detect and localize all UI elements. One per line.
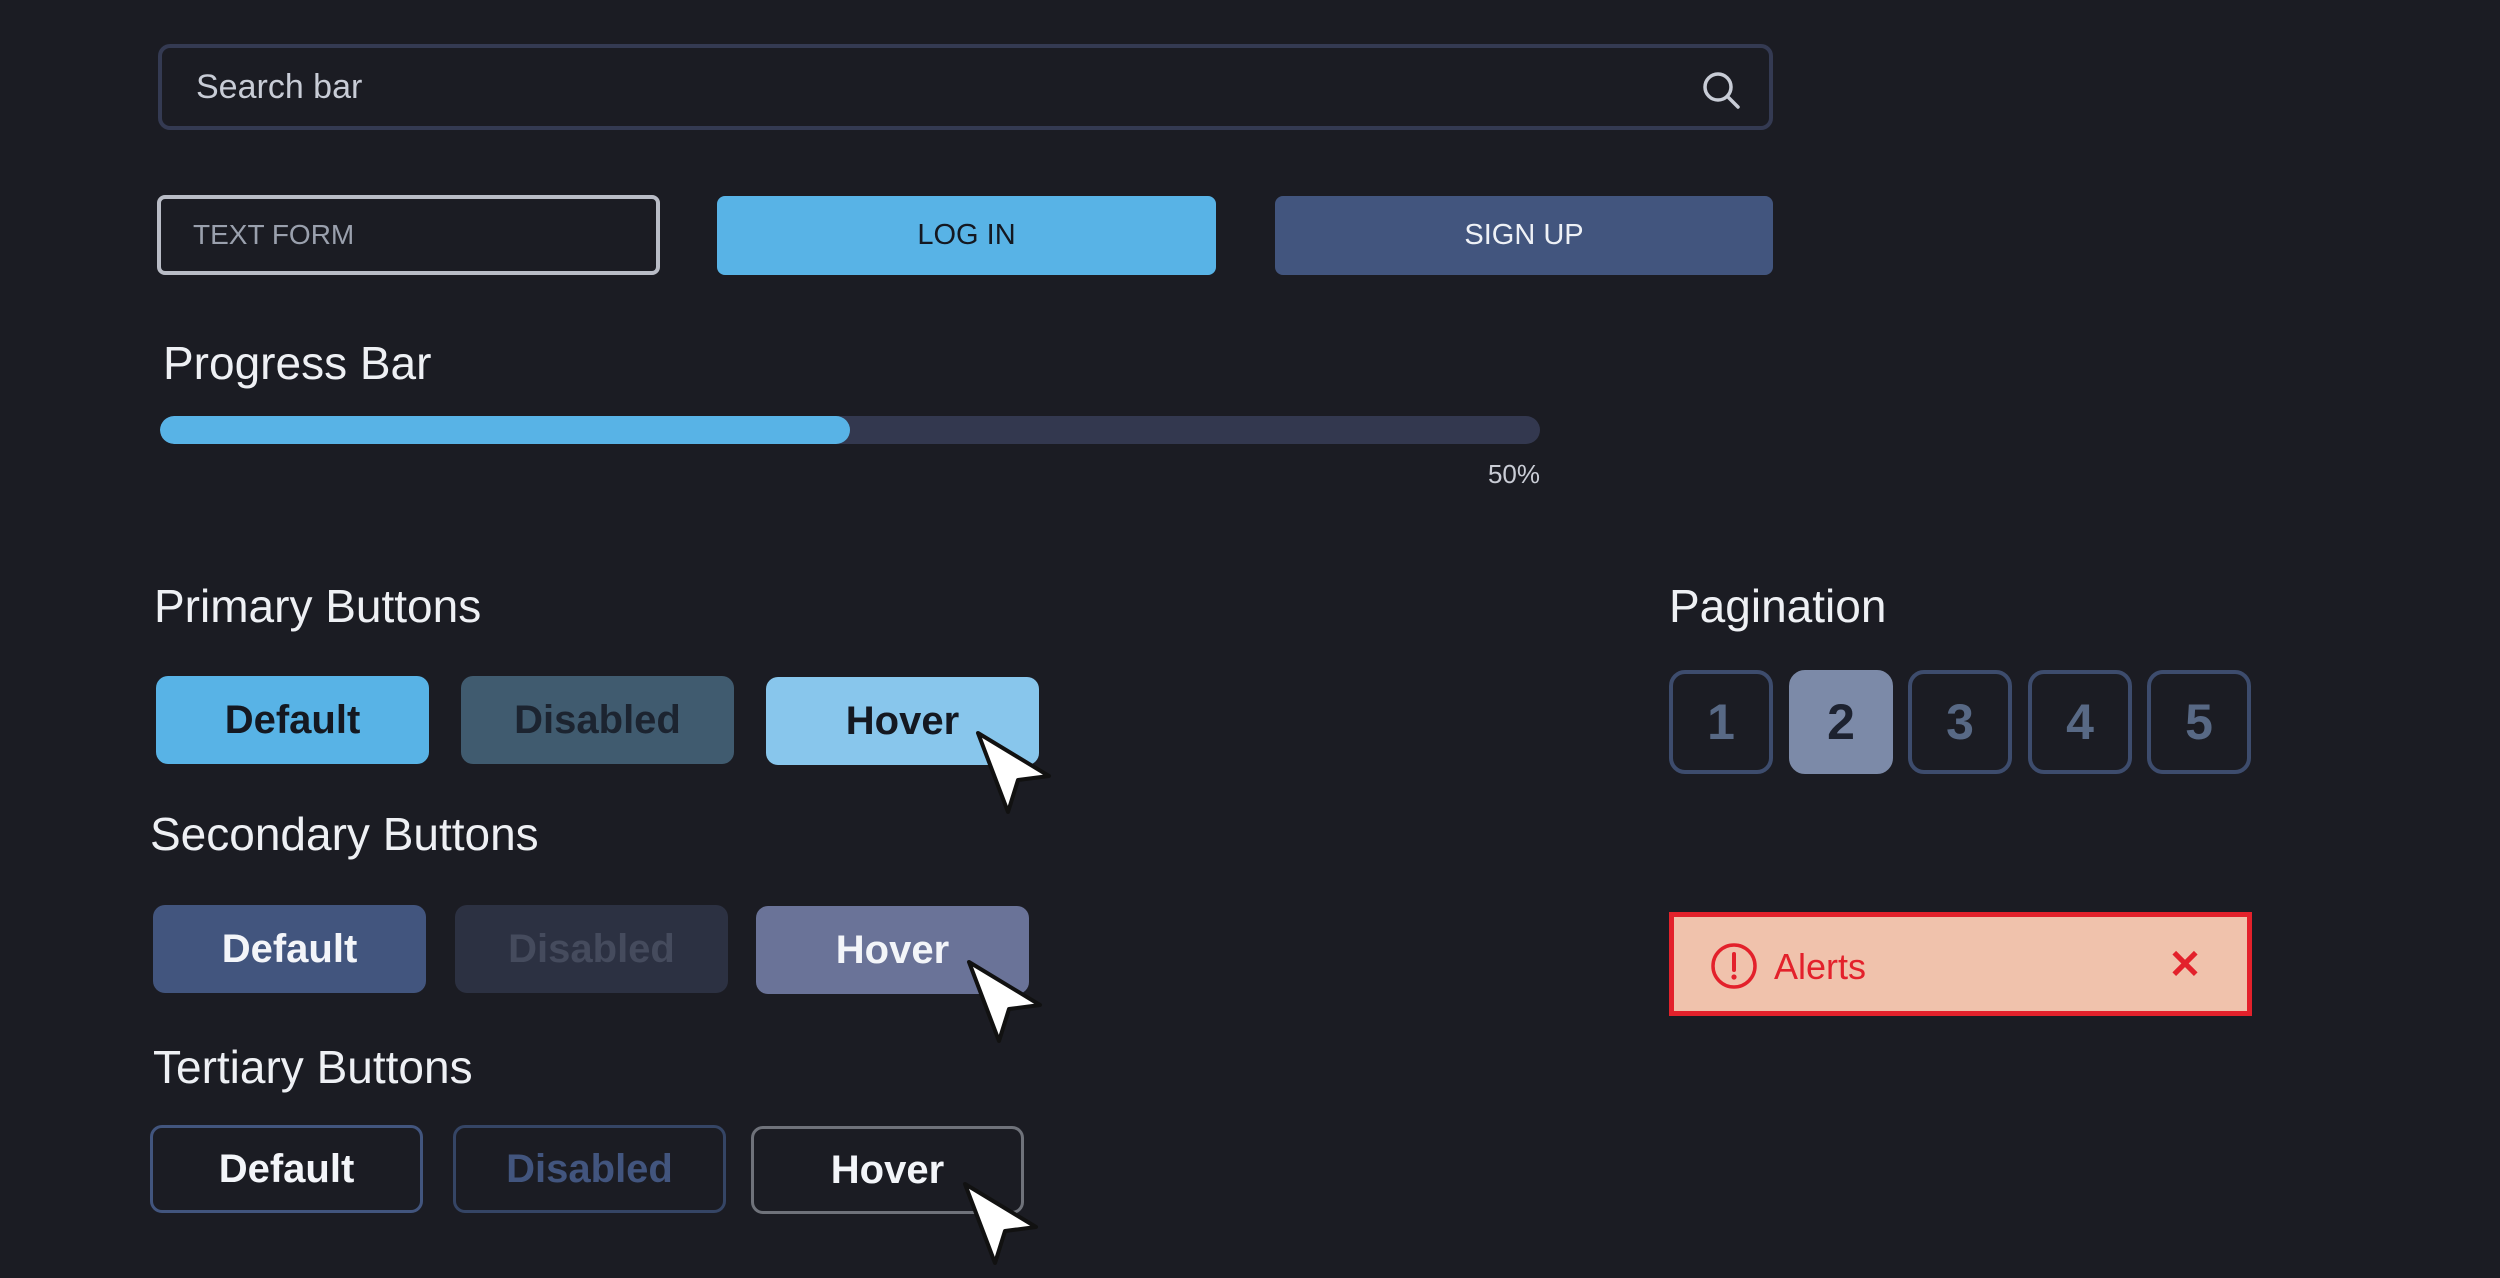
search-input[interactable]: [162, 48, 1769, 126]
text-form-field[interactable]: [157, 195, 660, 275]
progress-bar: [160, 416, 1540, 444]
secondary-buttons-title: Secondary Buttons: [150, 808, 539, 860]
search-bar[interactable]: [158, 44, 1773, 130]
primary-buttons-title: Primary Buttons: [154, 580, 482, 632]
cursor-arrow-icon: [963, 1182, 1038, 1265]
pagination-page-3[interactable]: 3: [1908, 670, 2012, 774]
pagination-page-1[interactable]: 1: [1669, 670, 1773, 774]
primary-disabled-button: Disabled: [461, 676, 734, 764]
login-button[interactable]: LOG IN: [717, 196, 1216, 275]
signup-button[interactable]: SIGN UP: [1275, 196, 1773, 275]
tertiary-buttons-title: Tertiary Buttons: [153, 1041, 473, 1093]
cursor-arrow-icon: [976, 731, 1051, 814]
secondary-disabled-button: Disabled: [455, 905, 728, 993]
exclamation-circle-icon: [1711, 943, 1757, 989]
secondary-default-button[interactable]: Default: [153, 905, 426, 993]
pagination-page-4[interactable]: 4: [2028, 670, 2132, 774]
pagination-page-5[interactable]: 5: [2147, 670, 2251, 774]
tertiary-disabled-button: Disabled: [453, 1125, 726, 1213]
cursor-arrow-icon: [967, 960, 1042, 1043]
progress-bar-fill: [160, 416, 850, 444]
close-icon[interactable]: ✕: [2165, 942, 2205, 988]
pagination-title: Pagination: [1669, 580, 1887, 632]
tertiary-default-button[interactable]: Default: [150, 1125, 423, 1213]
progress-bar-title: Progress Bar: [163, 337, 432, 389]
alert-text: Alerts: [1774, 946, 1867, 987]
primary-default-button[interactable]: Default: [156, 676, 429, 764]
pagination-page-2-active[interactable]: 2: [1789, 670, 1893, 774]
search-icon[interactable]: [1701, 70, 1741, 110]
alert-banner: Alerts ✕: [1669, 912, 2252, 1016]
progress-value-label: 50%: [1487, 459, 1540, 489]
text-form-input[interactable]: [161, 199, 656, 271]
